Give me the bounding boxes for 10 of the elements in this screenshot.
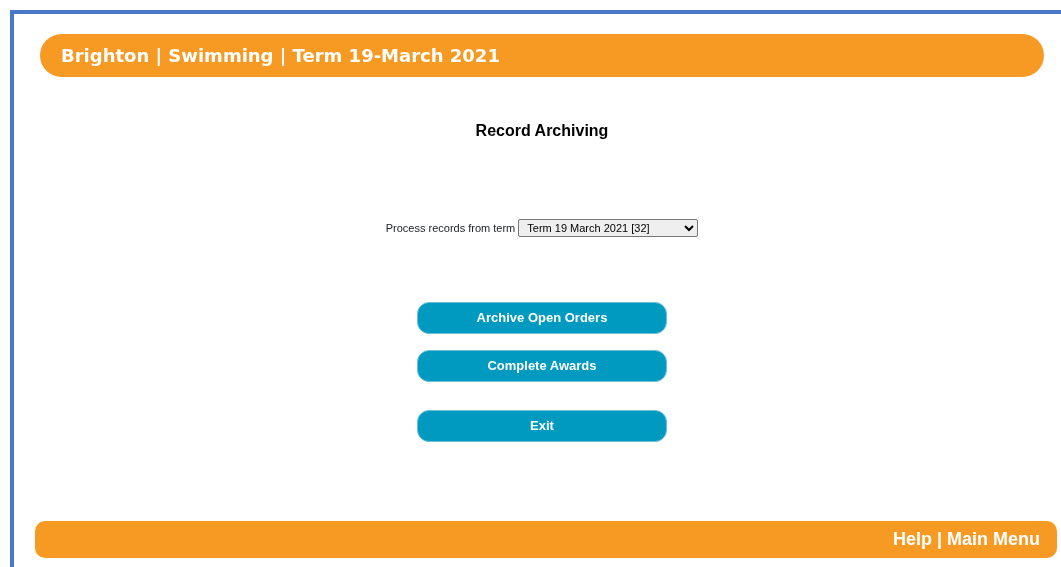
action-button[interactable]: Archive Open Orders: [417, 302, 667, 334]
footer-link[interactable]: Main Menu: [947, 526, 1040, 553]
term-dropdown[interactable]: Term 19 March 2021 [32]: [518, 219, 699, 237]
header-title: Brighton | Swimming | Term 19-March 2021: [61, 44, 500, 68]
page-title: Record Archiving: [474, 121, 610, 141]
action-button[interactable]: Exit: [417, 410, 667, 442]
footer-link[interactable]: Help: [892, 526, 932, 553]
action-button[interactable]: Complete Awards: [417, 350, 667, 382]
term-label: Process records from term: [385, 220, 516, 236]
separator: |: [936, 528, 942, 551]
